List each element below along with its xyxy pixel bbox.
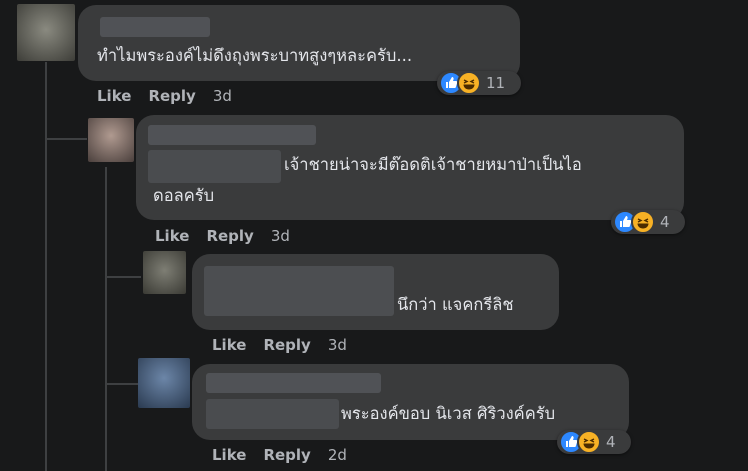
haha-icon [577,430,601,454]
mention-tag-blurred[interactable] [206,399,339,429]
reaction-summary[interactable]: 4 [557,430,631,454]
thread-connector-2 [105,276,141,278]
comment-bubble: พระองค์ขอบ นิเวส ศิริวงค์ครับ [192,364,629,440]
reaction-count: 4 [606,433,616,451]
reply-button[interactable]: Reply [263,446,310,464]
reply-button[interactable]: Reply [206,227,253,245]
like-button[interactable]: Like [212,446,246,464]
thread-line-reply [105,167,107,471]
author-name-blurred[interactable] [204,266,394,316]
like-button[interactable]: Like [97,87,131,105]
comment-text: นึกว่า แจคกรีลิช [397,295,514,314]
author-name-blurred[interactable] [206,373,381,393]
avatar[interactable] [17,4,75,61]
comment-text: พระองค์ขอบ นิเวส ศิริวงค์ครับ [341,404,556,423]
timestamp[interactable]: 3d [213,87,232,105]
thread-connector-3 [105,383,141,385]
reaction-summary[interactable]: 4 [611,210,685,234]
like-button[interactable]: Like [212,336,246,354]
like-button[interactable]: Like [155,227,189,245]
comment-actions: Like Reply 3d [155,227,307,245]
comment-text-line-1: เจ้าชายน่าจะมีต๊อดติเจ้าชายหมาป่าเป็นไอ [284,155,582,174]
haha-icon [631,210,655,234]
reply-button[interactable]: Reply [263,336,310,354]
avatar[interactable] [88,118,134,162]
thread-line-main [45,62,47,471]
comment-bubble: ทำไมพระองค์ไม่ดึงถุงพระบาทสูงๆหละครับ... [78,5,520,81]
author-name-blurred[interactable] [148,125,316,145]
comment-text-line-2: ดอลครับ [153,186,215,205]
comment-actions: Like Reply 2d [212,446,364,464]
timestamp[interactable]: 3d [271,227,290,245]
thread-connector-1 [45,138,87,140]
reply-button[interactable]: Reply [148,87,195,105]
reaction-count: 4 [660,213,670,231]
author-name-blurred[interactable] [100,17,210,37]
haha-icon [457,71,481,95]
comment-text: ทำไมพระองค์ไม่ดึงถุงพระบาทสูงๆหละครับ... [97,46,413,65]
timestamp[interactable]: 3d [328,336,347,354]
comment-bubble: นึกว่า แจคกรีลิช [192,254,559,330]
reaction-summary[interactable]: 11 [437,71,521,95]
mention-tag-blurred[interactable] [148,150,281,183]
comment-actions: Like Reply 3d [97,87,249,105]
avatar[interactable] [138,358,190,408]
comment-actions: Like Reply 3d [212,336,364,354]
comment-bubble: เจ้าชายน่าจะมีต๊อดติเจ้าชายหมาป่าเป็นไอ … [136,115,684,220]
timestamp[interactable]: 2d [328,446,347,464]
reaction-count: 11 [486,74,506,92]
avatar[interactable] [143,251,186,294]
